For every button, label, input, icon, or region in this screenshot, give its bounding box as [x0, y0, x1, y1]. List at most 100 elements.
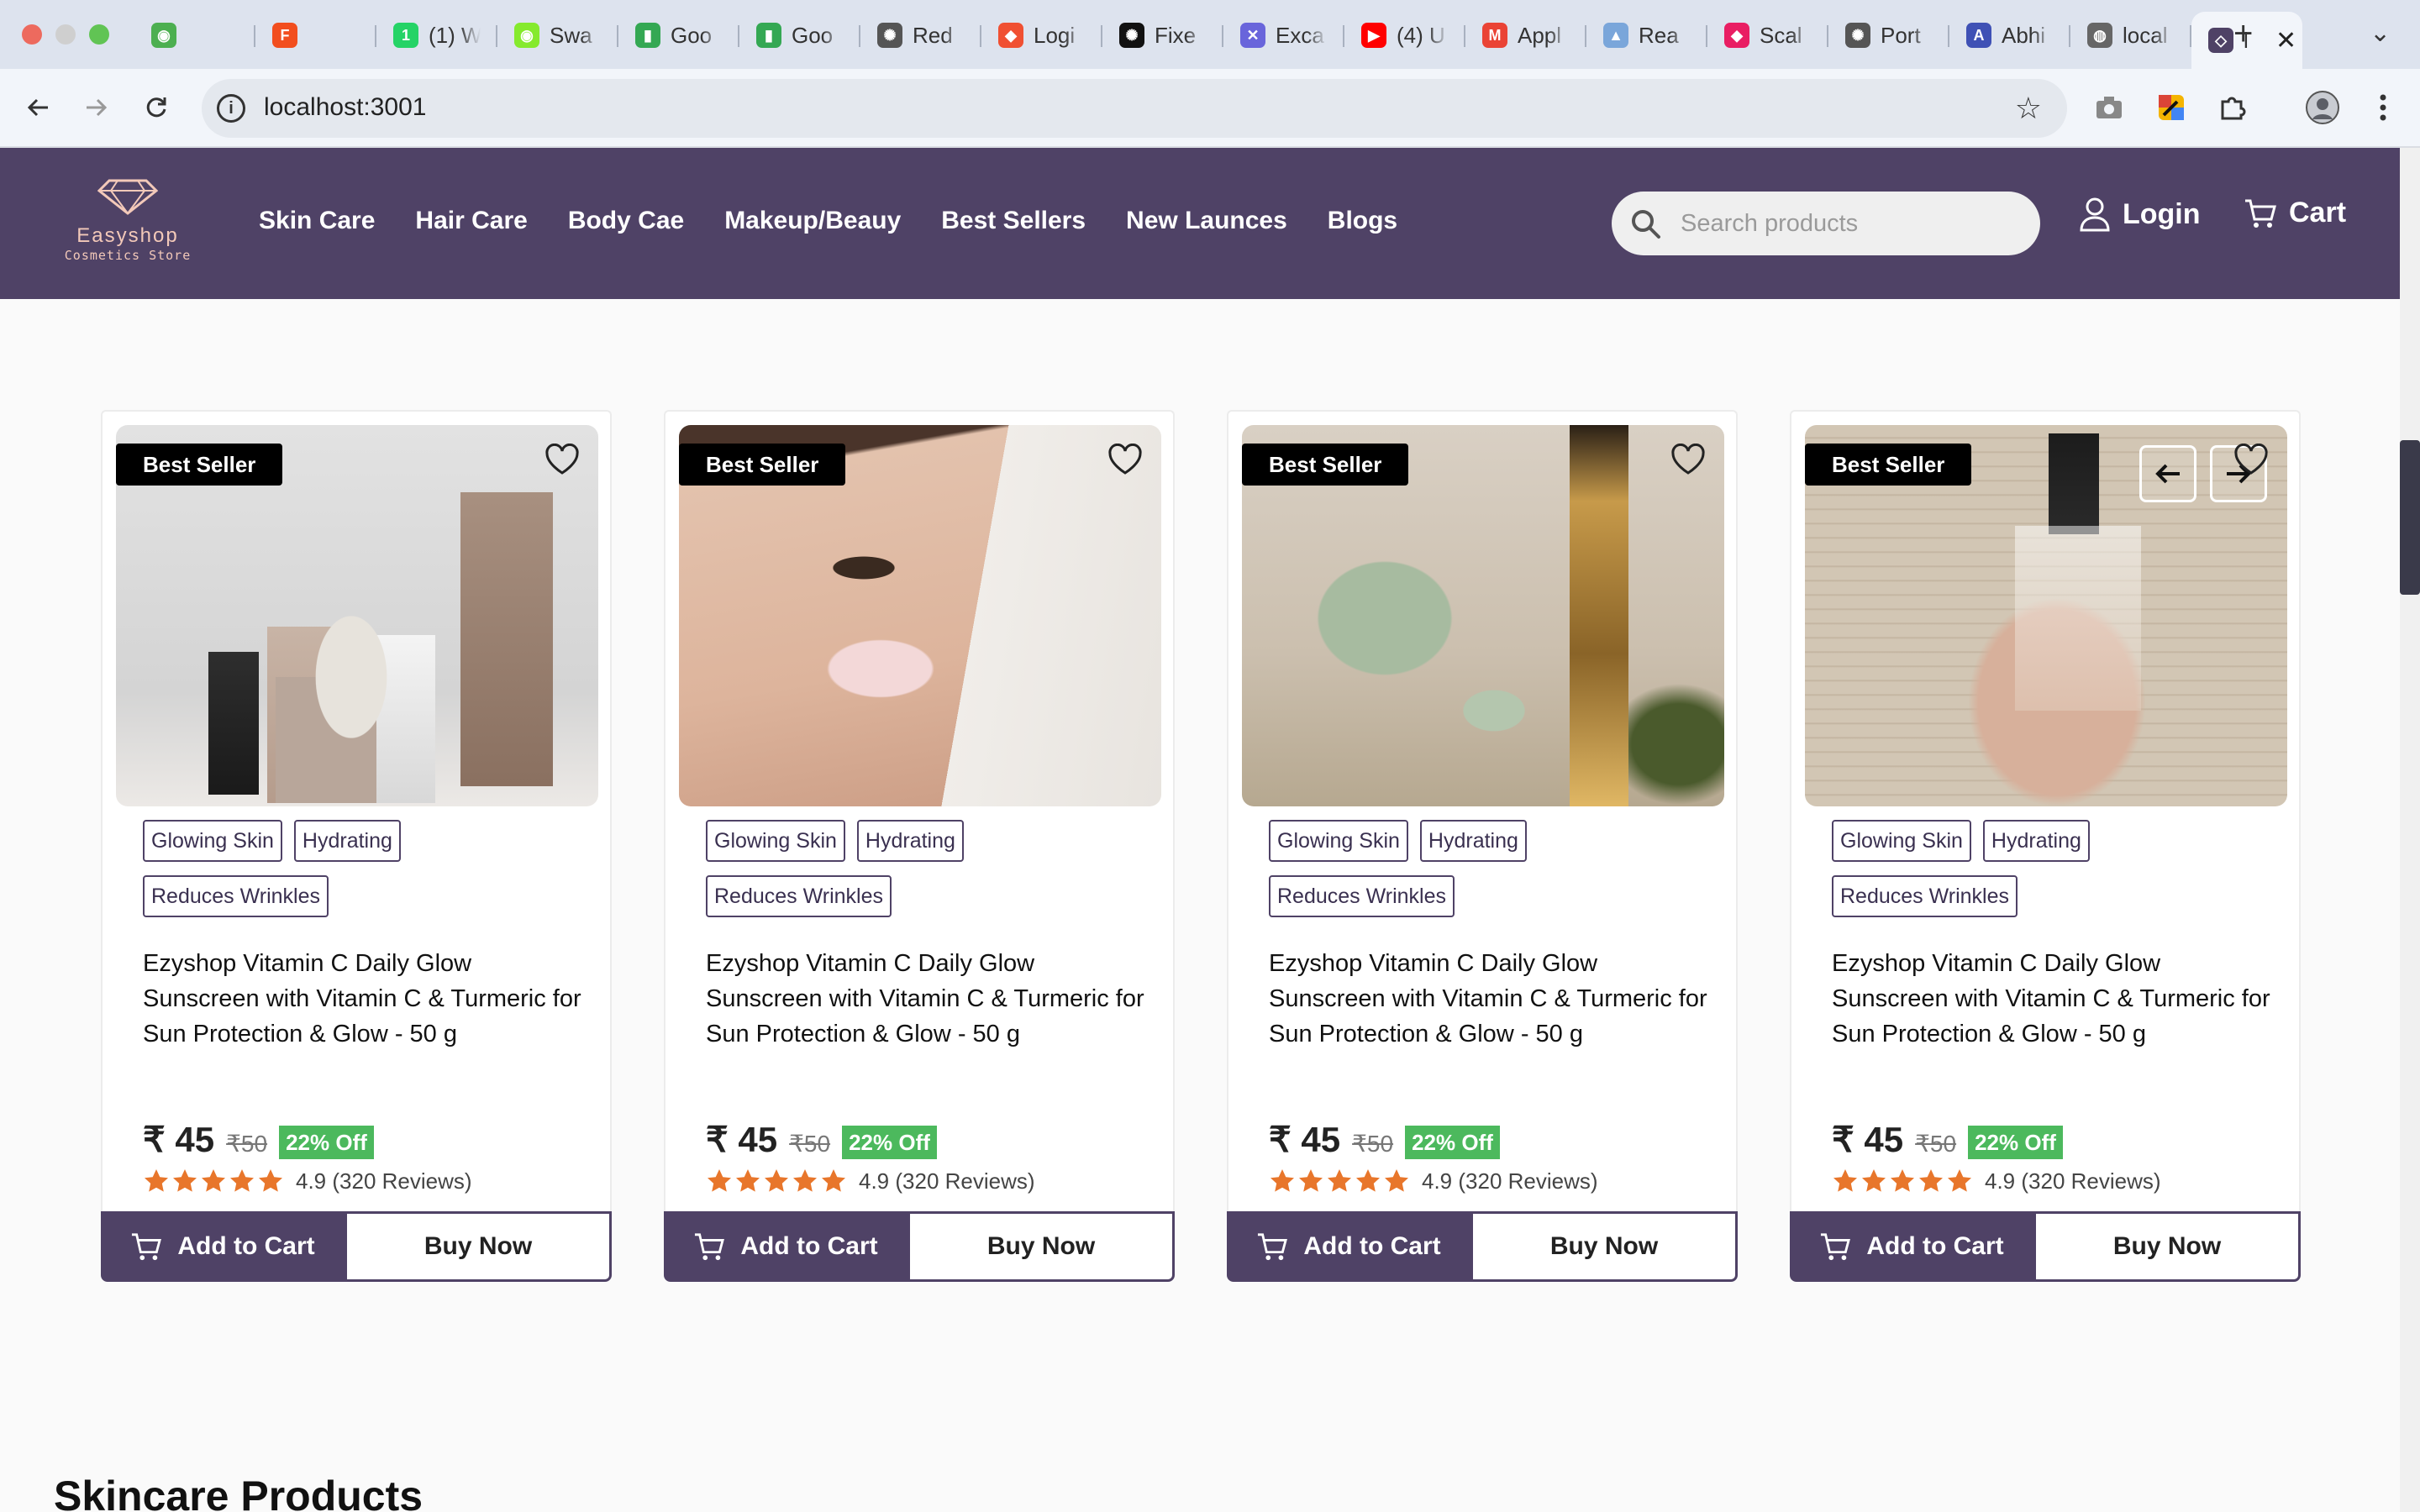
- search-input[interactable]: [1681, 203, 2017, 244]
- browser-tab[interactable]: ▲ Rea: [1586, 12, 1707, 59]
- browser-tab[interactable]: 1 (1) W: [376, 12, 497, 59]
- tab-favicon-icon: ✺: [1119, 23, 1144, 48]
- product-title[interactable]: Ezyshop Vitamin C Daily Glow Sunscreen w…: [143, 946, 588, 1052]
- browser-tabs: ◉ F 1 (1) W ◉ Swa ▮ Goo ▮ Goo ✺ Red ◆ Logi ✺ Fixe ✕ Exca ▶…: [134, 12, 2302, 69]
- search-bar[interactable]: [1612, 192, 2040, 255]
- buy-now-button[interactable]: Buy Now: [1470, 1211, 1738, 1282]
- tab-close-icon[interactable]: ✕: [2275, 26, 2296, 55]
- nav-link[interactable]: Makeup/Beauy: [724, 207, 901, 235]
- add-to-cart-button[interactable]: Add to Cart: [1790, 1211, 2033, 1282]
- star-icon: [1948, 1169, 1971, 1192]
- buy-now-button[interactable]: Buy Now: [2033, 1211, 2301, 1282]
- address-bar[interactable]: i localhost:3001 ☆: [202, 79, 2067, 138]
- logo-name: Easyshop: [76, 224, 179, 247]
- browser-menu-icon[interactable]: [2363, 87, 2403, 128]
- sale-price: ₹ 45: [1832, 1120, 1904, 1159]
- star-rating: [143, 1168, 284, 1194]
- browser-tab[interactable]: ✺ Red: [860, 12, 981, 59]
- product-card[interactable]: Best Seller Glowing Skin Hydrating Reduces …: [101, 410, 612, 1282]
- screenshot-camera-icon[interactable]: [2089, 87, 2129, 128]
- browser-tab[interactable]: ◍ local: [2070, 12, 2191, 59]
- browser-tab[interactable]: ◆ Scal: [1707, 12, 1828, 59]
- product-card[interactable]: Best Seller Glowing Skin Hydrating Reduces …: [1790, 410, 2301, 1282]
- bookmark-star-icon[interactable]: ☆: [2015, 91, 2042, 126]
- url-text[interactable]: localhost:3001: [264, 93, 426, 122]
- product-card[interactable]: Best Seller Glowing Skin Hydrating Reduces …: [1227, 410, 1738, 1282]
- carousel-prev-button[interactable]: [2139, 445, 2196, 502]
- login-label: Login: [2123, 197, 2201, 230]
- site-logo[interactable]: Easyshop Cosmetics Store: [52, 178, 203, 279]
- site-header: Easyshop Cosmetics Store Skin Care Hair C…: [0, 148, 2400, 299]
- star-icon: [1356, 1169, 1380, 1192]
- nav-link[interactable]: Hair Care: [415, 207, 527, 235]
- cart-button[interactable]: Cart: [2244, 197, 2346, 229]
- main-navigation: Skin Care Hair Care Body Cae Makeup/Beauy Be…: [259, 207, 1397, 235]
- rating-row: 4.9 (320 Reviews): [1832, 1168, 2161, 1194]
- window-close-button[interactable]: [22, 24, 42, 45]
- browser-tab[interactable]: ✺ Port: [1828, 12, 1949, 59]
- tab-favicon-icon: ✺: [877, 23, 902, 48]
- browser-tab[interactable]: F: [255, 12, 376, 59]
- logo-subtitle: Cosmetics Store: [64, 248, 192, 263]
- product-image[interactable]: Best Seller: [679, 425, 1161, 806]
- browser-tab[interactable]: ▮ Goo: [618, 12, 739, 59]
- product-image[interactable]: Best Seller: [1242, 425, 1724, 806]
- heart-icon[interactable]: [544, 444, 580, 475]
- tab-favicon-icon: ✕: [1240, 23, 1265, 48]
- benefit-tag: Glowing Skin: [1269, 820, 1408, 862]
- reload-button[interactable]: [138, 89, 175, 126]
- page-scrollbar-track[interactable]: [2400, 148, 2420, 1512]
- browser-tab[interactable]: ◆ Logi: [981, 12, 1102, 59]
- browser-tab[interactable]: ▮ Goo: [739, 12, 860, 59]
- browser-tab[interactable]: ✕ Exca: [1223, 12, 1344, 59]
- diamond-logo-icon: [97, 179, 159, 215]
- arrow-left-icon: [27, 98, 48, 117]
- extensions-puzzle-icon[interactable]: [2212, 87, 2252, 128]
- price-row: ₹ 45 ₹50 22% Off: [1269, 1117, 1500, 1159]
- product-card[interactable]: Best Seller Glowing Skin Hydrating Reduces …: [664, 410, 1175, 1282]
- browser-tab[interactable]: ▶ (4) U: [1344, 12, 1465, 59]
- buy-now-button[interactable]: Buy Now: [345, 1211, 612, 1282]
- browser-tab[interactable]: ✺ Fixe: [1102, 12, 1223, 59]
- nav-link[interactable]: New Launces: [1126, 207, 1287, 235]
- nav-link[interactable]: Skin Care: [259, 207, 375, 235]
- product-title[interactable]: Ezyshop Vitamin C Daily Glow Sunscreen w…: [1269, 946, 1714, 1052]
- back-button[interactable]: [20, 89, 57, 126]
- add-to-cart-button[interactable]: Add to Cart: [101, 1211, 345, 1282]
- window-maximize-button[interactable]: [89, 24, 109, 45]
- tab-title: (4) U: [1397, 22, 1445, 48]
- tab-search-chevron-icon[interactable]: ⌄: [2370, 18, 2391, 48]
- add-to-cart-button[interactable]: Add to Cart: [664, 1211, 908, 1282]
- review-count: (320 Reviews): [332, 1168, 472, 1194]
- browser-tab[interactable]: ◉: [134, 12, 255, 59]
- browser-tab[interactable]: ◉ Swa: [497, 12, 618, 59]
- heart-icon[interactable]: [1107, 444, 1143, 475]
- window-minimize-button[interactable]: [55, 24, 76, 45]
- forward-button[interactable]: [77, 89, 114, 126]
- star-icon: [1891, 1169, 1914, 1192]
- product-image[interactable]: Best Seller: [1805, 425, 2287, 806]
- browser-tab[interactable]: M Appl: [1465, 12, 1586, 59]
- login-button[interactable]: Login: [2079, 197, 2201, 232]
- buy-now-button[interactable]: Buy Now: [908, 1211, 1175, 1282]
- tab-title: Exca: [1276, 22, 1324, 48]
- product-title[interactable]: Ezyshop Vitamin C Daily Glow Sunscreen w…: [1832, 946, 2277, 1052]
- profile-avatar[interactable]: [2302, 87, 2343, 128]
- benefit-tags: Glowing Skin Hydrating Reduces Wrinkles: [143, 820, 580, 917]
- color-picker-extension-icon[interactable]: [2151, 87, 2191, 128]
- new-tab-button[interactable]: +: [2233, 15, 2253, 53]
- nav-link[interactable]: Best Sellers: [941, 207, 1086, 235]
- product-title[interactable]: Ezyshop Vitamin C Daily Glow Sunscreen w…: [706, 946, 1151, 1052]
- nav-link[interactable]: Body Cae: [568, 207, 684, 235]
- heart-icon[interactable]: [1670, 444, 1706, 475]
- star-icon: [1270, 1169, 1294, 1192]
- site-info-icon[interactable]: i: [217, 94, 245, 123]
- product-image[interactable]: Best Seller: [116, 425, 598, 806]
- nav-link[interactable]: Blogs: [1328, 207, 1397, 235]
- browser-tab[interactable]: A Abhi: [1949, 12, 2070, 59]
- benefit-tag: Reduces Wrinkles: [1832, 875, 2018, 917]
- page-scrollbar-thumb[interactable]: [2400, 440, 2420, 595]
- tab-title: Scal: [1760, 22, 1802, 48]
- heart-icon[interactable]: [2233, 444, 2269, 475]
- add-to-cart-button[interactable]: Add to Cart: [1227, 1211, 1470, 1282]
